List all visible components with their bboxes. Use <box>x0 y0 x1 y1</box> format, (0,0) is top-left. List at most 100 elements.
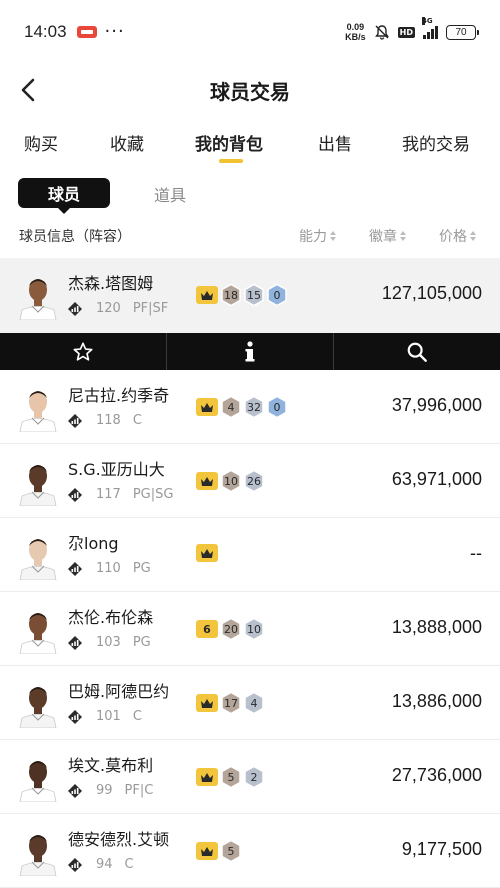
nav-bar: 球员交易 <box>0 64 500 116</box>
crown-badge <box>196 398 218 416</box>
player-ovr: 94 <box>96 857 113 872</box>
page-title: 球员交易 <box>210 79 290 104</box>
player-name: S.G.亚历山大 <box>68 460 165 479</box>
player-stats: 118 C <box>68 413 142 428</box>
player-name: 埃文.莫布利 <box>68 756 154 775</box>
star-icon <box>73 341 93 361</box>
player-avatar <box>19 761 57 802</box>
player-badges: 10 26 <box>196 470 264 492</box>
player-name: 尼古拉.约季奇 <box>68 386 170 405</box>
player-name: 杰伦.布伦森 <box>68 608 154 627</box>
tier-icon <box>68 301 82 316</box>
sort-badge[interactable]: 徽章 <box>369 226 406 246</box>
active-tab-indicator <box>219 159 243 163</box>
player-avatar <box>19 539 57 580</box>
tab-favorites[interactable]: 收藏 <box>110 130 144 155</box>
player-avatar <box>19 613 57 654</box>
player-position: PF|C <box>124 783 154 798</box>
cellular-signal-icon: 4G <box>422 17 438 39</box>
player-stats: 120 PF|SF <box>68 301 168 316</box>
player-stats: 94 C <box>68 857 134 872</box>
badge-count-bronze: 17 <box>221 692 241 714</box>
player-row[interactable]: 埃文.莫布利 99 PF|C 5 2 27,736,000 <box>0 740 500 814</box>
player-position: C <box>124 857 134 872</box>
player-badges: 4 32 0 <box>196 396 287 418</box>
player-row[interactable]: S.G.亚历山大 117 PG|SG 10 26 63,971,000 <box>0 444 500 518</box>
player-row[interactable]: 杰伦.布伦森 103 PG 6 20 10 13,888,000 <box>0 592 500 666</box>
player-price: 13,886,000 <box>391 691 482 711</box>
player-badges: 6 20 10 <box>196 618 264 640</box>
back-arrow-icon[interactable] <box>18 76 44 104</box>
info-button[interactable] <box>167 333 334 370</box>
player-avatar <box>19 279 57 320</box>
player-name: 尕long <box>68 534 119 553</box>
badge-count-silver: 4 <box>244 692 264 714</box>
sort-ability[interactable]: 能力 <box>299 226 336 246</box>
bell-muted-icon <box>374 25 389 40</box>
tier-icon <box>68 487 82 502</box>
crown-icon <box>201 476 213 486</box>
player-name: 杰森.塔图姆 <box>68 274 154 293</box>
sort-icon <box>400 231 406 241</box>
player-price: 37,996,000 <box>391 395 482 415</box>
player-row[interactable]: 尕long 110 PG -- <box>0 518 500 592</box>
player-name: 巴姆.阿德巴约 <box>68 682 170 701</box>
tab-sell[interactable]: 出售 <box>318 130 352 155</box>
badge-count-blue: 0 <box>267 396 287 418</box>
sort-icon <box>470 231 476 241</box>
player-position: PF|SF <box>132 301 169 316</box>
crown-badge <box>196 694 218 712</box>
player-row[interactable]: 巴姆.阿德巴约 101 C 17 4 13,886,000 <box>0 666 500 740</box>
player-stats: 117 PG|SG <box>68 487 173 502</box>
player-ovr: 117 <box>96 487 121 502</box>
more-notifications-icon: ··· <box>104 21 125 42</box>
player-row[interactable]: 杰森.塔图姆 120 PF|SF 18 15 0 127,105,000 <box>0 258 500 333</box>
tab-my-backpack[interactable]: 我的背包 <box>195 130 263 155</box>
search-icon <box>407 342 427 362</box>
tier-icon <box>68 783 82 798</box>
player-avatar <box>19 687 57 728</box>
player-position: PG <box>132 561 151 576</box>
badge-count-blue: 0 <box>267 284 287 306</box>
badge-count-silver: 2 <box>244 766 264 788</box>
player-ovr: 118 <box>96 413 121 428</box>
tab-buy[interactable]: 购买 <box>24 130 58 155</box>
row-action-bar <box>0 333 500 370</box>
player-position: C <box>132 413 142 428</box>
player-ovr: 120 <box>96 301 121 316</box>
badge-count-bronze: 20 <box>221 618 241 640</box>
crown-badge <box>196 286 218 304</box>
sort-price[interactable]: 价格 <box>439 226 476 246</box>
network-speed: 0.09 KB/s <box>345 22 366 42</box>
hd-icon: HD <box>397 26 415 38</box>
sort-icon <box>330 231 336 241</box>
crown-icon <box>201 548 213 558</box>
player-ovr: 110 <box>96 561 121 576</box>
badge-count-silver: 10 <box>244 618 264 640</box>
player-row[interactable]: 尼古拉.约季奇 118 C 4 32 0 37,996,000 <box>0 370 500 444</box>
search-button[interactable] <box>334 333 500 370</box>
player-name: 德安德烈.艾顿 <box>68 830 170 849</box>
battery-icon: 70 <box>446 24 479 40</box>
crown-icon <box>201 698 213 708</box>
tab-my-trades[interactable]: 我的交易 <box>402 130 470 155</box>
player-position: PG <box>132 635 151 650</box>
subtab-items[interactable]: 道具 <box>154 182 186 206</box>
player-position: C <box>132 709 142 724</box>
subtab-players[interactable]: 球员 <box>18 178 110 214</box>
app-notification-icon <box>76 26 97 38</box>
player-price: 127,105,000 <box>381 283 482 303</box>
player-row[interactable]: 德安德烈.艾顿 94 C 5 9,177,500 <box>0 814 500 888</box>
player-ovr: 101 <box>96 709 121 724</box>
player-badges <box>196 544 218 562</box>
player-stats: 101 C <box>68 709 142 724</box>
player-avatar <box>19 391 57 432</box>
player-stats: 99 PF|C <box>68 783 153 798</box>
player-badges: 17 4 <box>196 692 264 714</box>
badge-count-bronze: 18 <box>221 284 241 306</box>
crown-icon <box>201 772 213 782</box>
favorite-button[interactable] <box>0 333 167 370</box>
status-time: 14:03 <box>24 22 67 41</box>
player-price: -- <box>470 543 482 563</box>
tier-icon <box>68 857 82 872</box>
